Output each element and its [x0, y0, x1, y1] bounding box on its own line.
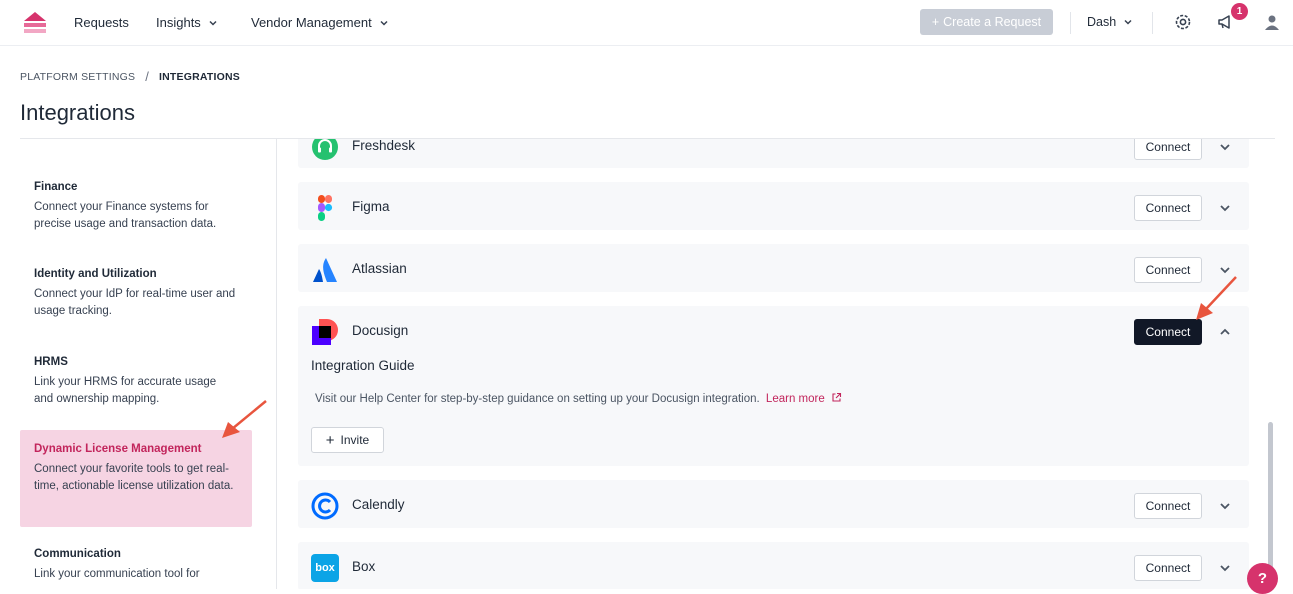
integration-card-calendly: Calendly Connect [298, 480, 1249, 528]
integration-name: Box [352, 559, 376, 574]
sidebar-item-identity[interactable]: Identity and Utilization Connect your Id… [20, 268, 252, 320]
breadcrumb-platform-settings[interactable]: PLATFORM SETTINGS [20, 71, 135, 83]
atlassian-icon [313, 258, 337, 282]
breadcrumb-current: INTEGRATIONS [159, 70, 240, 83]
category-sidebar: Finance Connect your Finance systems for… [0, 139, 277, 589]
nav-insights[interactable]: Insights [156, 15, 219, 30]
integration-row[interactable]: box Box Connect [298, 542, 1249, 589]
integration-row[interactable]: Atlassian Connect [298, 244, 1249, 294]
chevron-down-icon[interactable] [1218, 201, 1232, 215]
integration-card-docusign: Docusign Connect Integration Guide Visit… [298, 306, 1249, 466]
gear-icon[interactable] [1173, 12, 1193, 32]
scrollbar[interactable] [1268, 422, 1273, 572]
integration-row[interactable]: Calendly Connect [298, 480, 1249, 530]
annotation-arrow-icon [1196, 276, 1237, 320]
integration-card-atlassian: Atlassian Connect [298, 244, 1249, 292]
figma-icon [318, 195, 333, 221]
breadcrumb: PLATFORM SETTINGS / INTEGRATIONS [20, 69, 240, 84]
breadcrumb-separator: / [145, 69, 150, 84]
integration-name: Docusign [352, 323, 409, 338]
top-navigation: Requests Insights Vendor Management + Cr… [0, 0, 1293, 46]
help-button[interactable]: ? [1247, 563, 1278, 594]
divider [1152, 12, 1153, 34]
divider [1070, 12, 1071, 34]
app-logo-icon[interactable] [22, 10, 48, 36]
integration-name: Atlassian [352, 261, 407, 276]
notification-badge: 1 [1231, 3, 1248, 20]
connect-button-freshdesk[interactable]: Connect [1134, 139, 1202, 160]
integrations-list: Freshdesk Connect Figma Connect Atlassia… [278, 139, 1278, 589]
user-menu[interactable]: Dash [1087, 15, 1134, 29]
integration-guide-title: Integration Guide [311, 358, 415, 373]
chevron-up-icon[interactable] [1218, 325, 1232, 339]
integration-card-figma: Figma Connect [298, 182, 1249, 230]
integration-name: Freshdesk [352, 139, 416, 153]
chevron-down-icon[interactable] [1218, 561, 1232, 575]
chevron-down-icon [209, 20, 217, 26]
integration-card-freshdesk: Freshdesk Connect [298, 139, 1249, 168]
integration-name: Figma [352, 199, 390, 214]
chevron-down-icon[interactable] [1218, 499, 1232, 513]
chevron-down-icon[interactable] [1218, 140, 1232, 154]
docusign-icon [312, 319, 338, 345]
connect-button-figma[interactable]: Connect [1134, 195, 1202, 221]
create-request-button[interactable]: + Create a Request [920, 9, 1053, 35]
annotation-arrow-icon [222, 400, 267, 438]
connect-button-calendly[interactable]: Connect [1134, 493, 1202, 519]
integration-card-box: box Box Connect [298, 542, 1249, 589]
calendly-icon [311, 492, 339, 520]
integration-name: Calendly [352, 497, 405, 512]
plus-icon: + [325, 431, 335, 449]
integration-row[interactable]: Figma Connect [298, 182, 1249, 232]
plus-icon: + [931, 15, 940, 29]
chevron-down-icon [1124, 19, 1132, 25]
connect-button-box[interactable]: Connect [1134, 555, 1202, 581]
nav-requests[interactable]: Requests [74, 15, 129, 30]
freshdesk-icon [312, 139, 338, 160]
external-link-icon [832, 392, 841, 402]
box-icon: box [311, 554, 339, 582]
sidebar-item-dynamic-license-management[interactable]: Dynamic License Management Connect your … [20, 430, 252, 527]
page-title: Integrations [20, 100, 135, 125]
integration-row[interactable]: Docusign Connect [298, 306, 1249, 356]
sidebar-item-finance[interactable]: Finance Connect your Finance systems for… [20, 181, 252, 233]
nav-vendor-management[interactable]: Vendor Management [251, 15, 390, 30]
learn-more-link[interactable]: Learn more [766, 392, 842, 405]
chevron-down-icon [380, 20, 388, 26]
integration-row[interactable]: Freshdesk Connect [298, 139, 1249, 171]
integration-guide-text: Visit our Help Center for step-by-step g… [315, 392, 842, 405]
invite-button[interactable]: + Invite [311, 427, 384, 453]
sidebar-item-communication[interactable]: Communication Link your communication to… [20, 548, 252, 583]
user-avatar-icon[interactable] [1262, 12, 1282, 32]
